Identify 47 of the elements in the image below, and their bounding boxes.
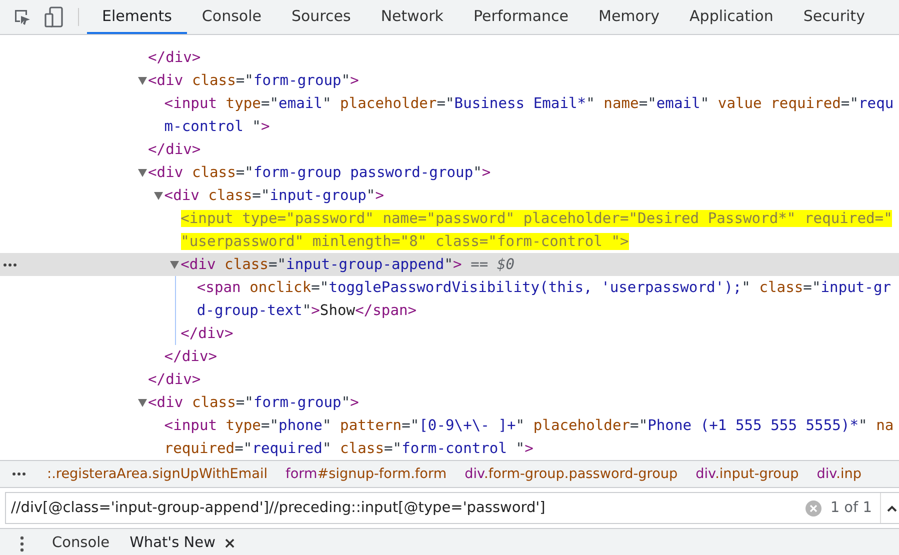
- expanded-arrow-icon[interactable]: [154, 192, 163, 200]
- breadcrumb-item[interactable]: div.input-group: [686, 466, 808, 482]
- panel-tab[interactable]: Security: [788, 0, 880, 34]
- more-options-icon[interactable]: [3, 263, 17, 267]
- code-line: required="required" class="form-control ">: [164, 440, 534, 457]
- previous-match-icon[interactable]: [887, 504, 897, 512]
- code-line: <div class="form-group">: [148, 72, 359, 89]
- code-line: d-group-text">Show</span>: [196, 302, 417, 319]
- device-toolbar-icon[interactable]: [44, 6, 64, 28]
- code-line: <div class="form-group password-group">: [148, 164, 491, 181]
- more-breadcrumbs-icon[interactable]: [12, 472, 26, 476]
- code-line: </div>: [180, 325, 234, 342]
- expanded-arrow-icon[interactable]: [138, 398, 146, 406]
- code-line: </div>: [148, 141, 201, 158]
- code-line: <span onclick="togglePasswordVisibility(this, 'userpassword');" class="input-gr: [196, 279, 892, 296]
- match-count: 1 of 1: [830, 500, 872, 516]
- panel-tab[interactable]: Network: [366, 0, 458, 34]
- expanded-arrow-icon[interactable]: [138, 168, 146, 176]
- search-input[interactable]: //div[@class='input-group-append']//preceding::input[@type='password']: [11, 500, 798, 516]
- panel-tab[interactable]: Application: [674, 0, 788, 34]
- panel-tab[interactable]: Console: [186, 0, 276, 34]
- code-line: <div class="form-group">: [148, 394, 359, 411]
- breadcrumb-item[interactable]: div.inp: [808, 466, 870, 482]
- inspect-element-icon[interactable]: [12, 7, 32, 27]
- code-line: <input type="email" placeholder="Business Email*" name="email" value required="requ: [164, 95, 894, 112]
- code-line: </div>: [164, 348, 218, 365]
- drawer-menu-icon[interactable]: [20, 536, 24, 552]
- drawer-tab[interactable]: Console: [44, 535, 118, 553]
- code-line: m-control ">: [164, 118, 270, 135]
- code-line: <div class="input-group">: [164, 187, 384, 204]
- code-line: </div>: [148, 49, 201, 66]
- close-tab-icon[interactable]: ×: [223, 534, 236, 552]
- breadcrumb-item[interactable]: div.form-group.password-group: [456, 466, 687, 482]
- search-field[interactable]: //div[@class='input-group-append']//preceding::input[@type='password'] 1 of 1: [5, 492, 899, 524]
- code-line: </div>: [148, 371, 201, 388]
- code-line: <input type="phone" pattern="[0-9\+\- ]+" placeholder="Phone (+1 555 555 5555)*" na: [164, 417, 894, 434]
- breadcrumb-item[interactable]: form#signup-form.form: [276, 466, 456, 482]
- panel-tab[interactable]: Memory: [584, 0, 675, 34]
- expanded-arrow-icon[interactable]: [138, 76, 146, 84]
- breadcrumb-item[interactable]: :.registeraArea.signUpWithEmail: [38, 466, 277, 482]
- drawer-tab[interactable]: What's New ×: [122, 534, 244, 554]
- panel-tab[interactable]: Performance: [458, 0, 584, 34]
- selected-node-row[interactable]: <div class="input-group-append"> == $0: [0, 253, 899, 276]
- panel-tab[interactable]: Sources: [276, 0, 366, 34]
- panel-tab[interactable]: Elements: [87, 0, 187, 34]
- code-line: <div class="input-group-append"> == $0: [180, 256, 515, 273]
- expanded-arrow-icon[interactable]: [170, 260, 180, 268]
